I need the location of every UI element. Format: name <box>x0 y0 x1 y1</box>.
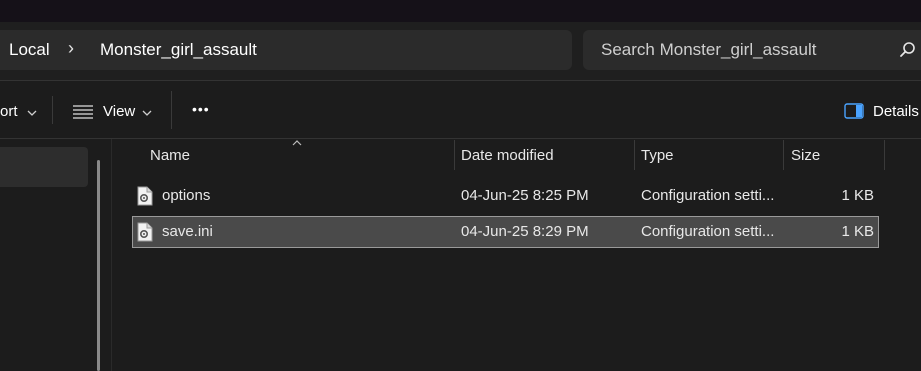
column-header-date-modified[interactable]: Date modified <box>461 147 554 164</box>
file-date: 04-Jun-25 8:25 PM <box>461 187 589 204</box>
file-type: Configuration setti... <box>641 223 775 240</box>
column-header-name[interactable]: Name <box>150 147 190 164</box>
column-divider[interactable] <box>783 140 784 170</box>
toolbar-divider <box>0 138 921 139</box>
chevron-down-icon[interactable] <box>27 110 37 116</box>
column-header-size[interactable]: Size <box>791 147 820 164</box>
settings-file-icon <box>137 222 153 242</box>
file-size: 1 KB <box>841 223 874 240</box>
column-divider[interactable] <box>454 140 455 170</box>
search-box[interactable]: Search Monster_girl_assault <box>583 30 921 70</box>
search-input[interactable]: Search Monster_girl_assault <box>601 40 816 60</box>
breadcrumb-separator-icon[interactable]: › <box>68 38 74 59</box>
toolbar-separator <box>52 96 53 124</box>
view-button[interactable]: View <box>103 103 135 120</box>
details-button[interactable]: Details <box>873 103 919 120</box>
nav-pane-scrollbar[interactable] <box>97 160 100 371</box>
settings-file-icon <box>137 186 153 206</box>
search-icon[interactable] <box>899 41 917 59</box>
file-name[interactable]: save.ini <box>162 223 213 240</box>
file-size: 1 KB <box>841 187 874 204</box>
view-lines-icon[interactable] <box>73 105 93 119</box>
breadcrumb-item-folder[interactable]: Monster_girl_assault <box>100 40 257 60</box>
file-row-selected[interactable]: save.ini 04-Jun-25 8:29 PM Configuration… <box>132 216 879 248</box>
breadcrumb[interactable]: Local › Monster_girl_assault <box>0 30 572 70</box>
column-header-type[interactable]: Type <box>641 147 674 164</box>
column-divider[interactable] <box>634 140 635 170</box>
file-date: 04-Jun-25 8:29 PM <box>461 223 589 240</box>
column-divider[interactable] <box>884 140 885 170</box>
details-pane-icon[interactable] <box>844 103 864 119</box>
file-row[interactable]: options 04-Jun-25 8:25 PM Configuration … <box>132 180 879 212</box>
toolbar-separator <box>171 91 172 129</box>
command-bar: ort View ••• Details <box>0 81 921 138</box>
file-name[interactable]: options <box>162 187 210 204</box>
breadcrumb-item-local[interactable]: Local <box>9 40 50 60</box>
sort-ascending-icon <box>292 140 302 146</box>
title-bar <box>0 0 921 22</box>
more-options-button[interactable]: ••• <box>192 101 210 117</box>
nav-pane-selected-item[interactable] <box>0 147 88 187</box>
file-type: Configuration setti... <box>641 187 775 204</box>
pane-divider[interactable] <box>111 139 112 371</box>
sort-button[interactable]: ort <box>0 103 18 120</box>
chevron-down-icon[interactable] <box>142 110 152 116</box>
